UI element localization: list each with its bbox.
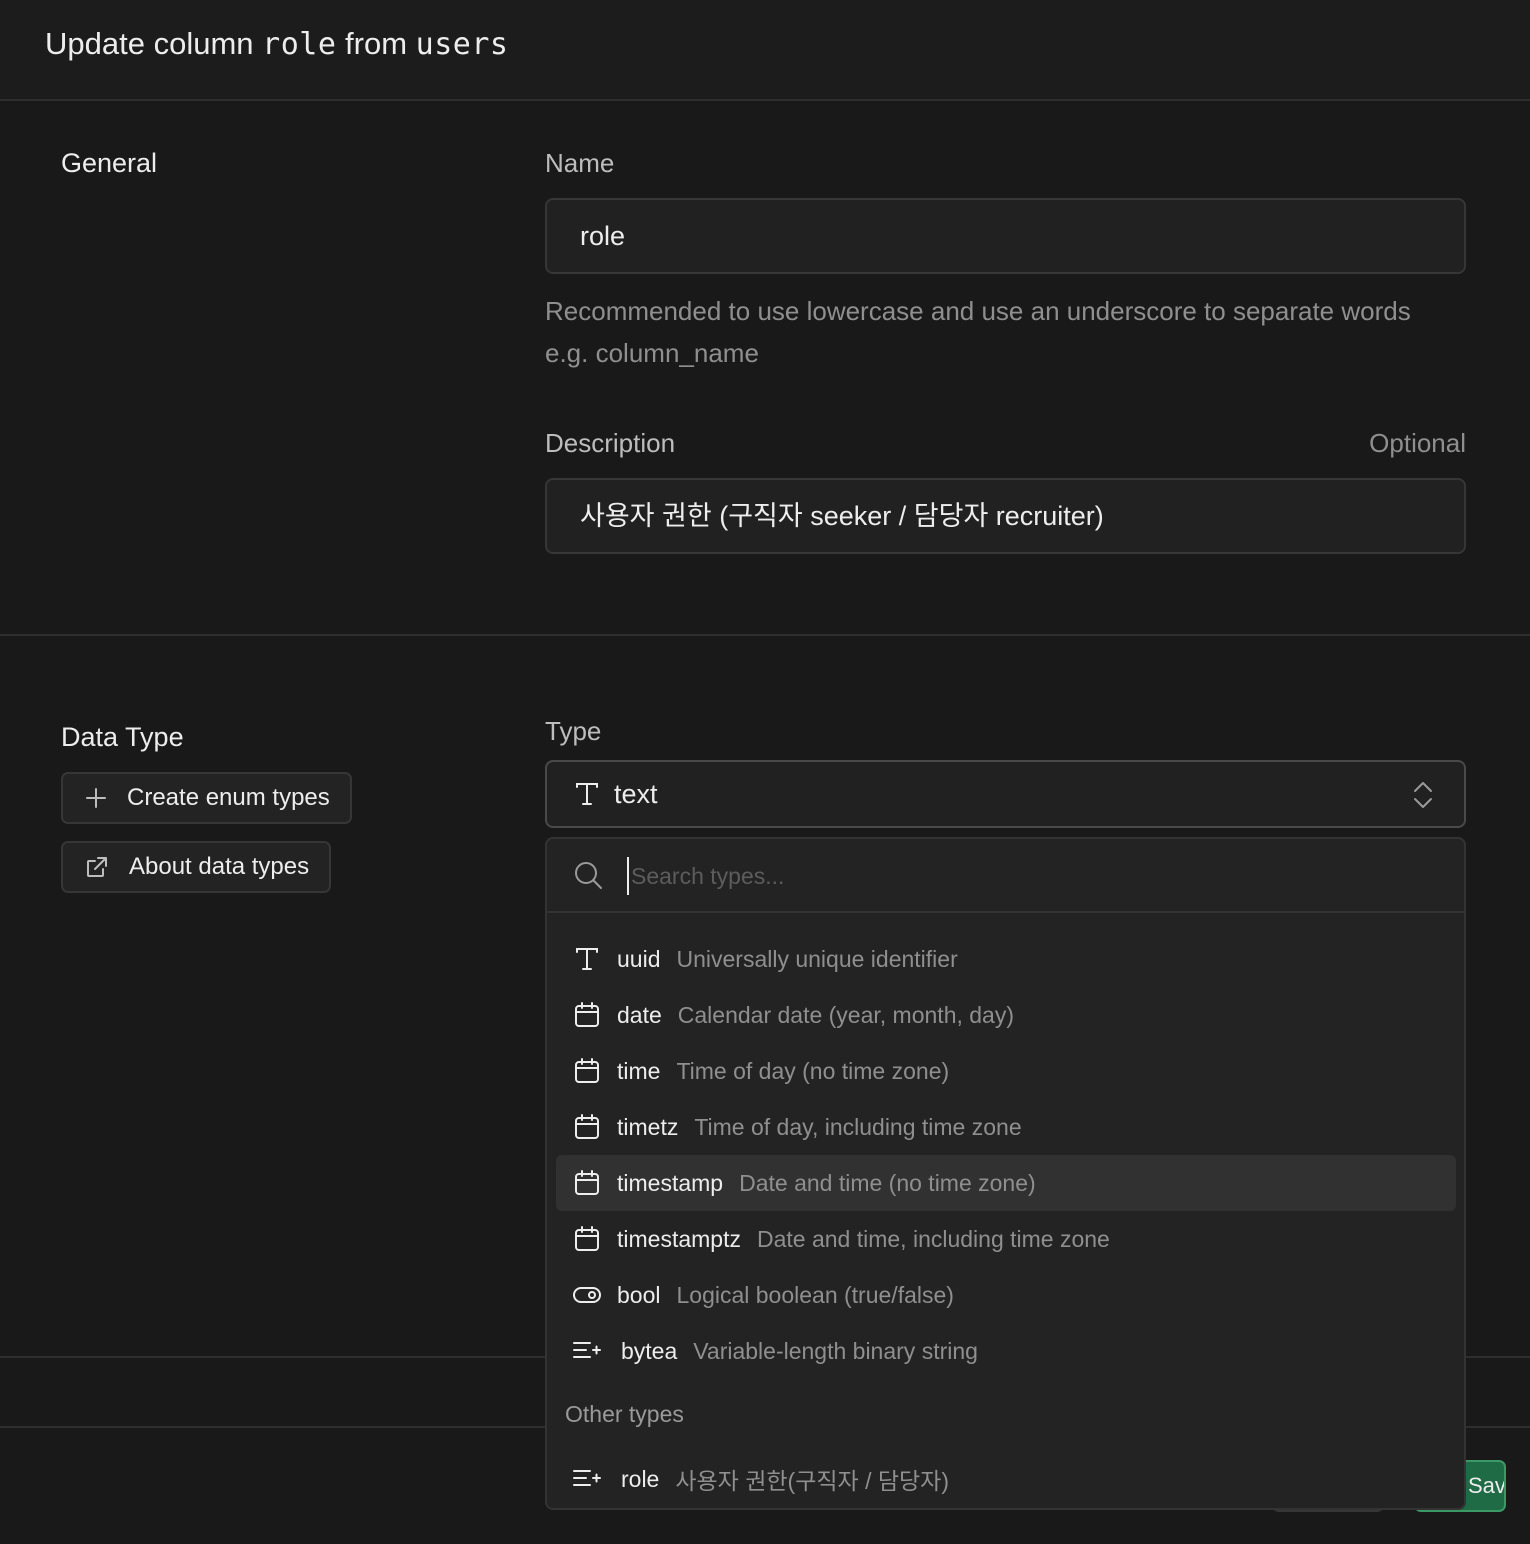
type-option-bytea[interactable]: bytea Variable-length binary string (556, 1323, 1456, 1379)
type-option-role[interactable]: role 사용자 권한(구직자 / 담당자) (556, 1451, 1456, 1507)
type-option-timestamptz[interactable]: timestamptz Date and time, including tim… (556, 1211, 1456, 1267)
chevrons-up-down-icon (1414, 782, 1432, 808)
about-data-types-label: About data types (129, 853, 310, 880)
option-name: bytea (621, 1337, 678, 1364)
calendar-icon (573, 1114, 601, 1140)
option-name: timestamptz (617, 1225, 741, 1252)
type-search-row (547, 839, 1464, 913)
type-option-time[interactable]: time Time of day (no time zone) (556, 1043, 1456, 1099)
general-section-label: General (61, 148, 158, 178)
toggle-icon (573, 1285, 601, 1305)
section-divider (0, 634, 1530, 636)
type-option-uuid[interactable]: uuid Universally unique identifier (556, 931, 1456, 987)
title-from: from (345, 26, 408, 61)
type-search-input[interactable] (627, 857, 1387, 895)
option-description: Time of day (no time zone) (676, 1057, 950, 1084)
option-description: Date and time, including time zone (756, 1225, 1110, 1252)
title-column-name: role (262, 27, 337, 62)
description-input[interactable]: 사용자 권한 (구직자 seeker / 담당자 recruiter) (545, 478, 1466, 554)
list-plus-icon (573, 1467, 601, 1491)
selected-type-value: text (614, 778, 658, 809)
name-hint: Recommended to use lowercase and use an … (545, 296, 1411, 368)
type-dropdown: uuid Universally unique identifier date … (545, 837, 1466, 1510)
type-option-timestamp[interactable]: timestamp Date and time (no time zone) (556, 1155, 1456, 1211)
type-option-date[interactable]: date Calendar date (year, month, day) (556, 987, 1456, 1043)
external-link-icon (87, 857, 107, 877)
type-option-timetz[interactable]: timetz Time of day, including time zone (556, 1099, 1456, 1155)
option-description: Calendar date (year, month, day) (677, 1001, 1015, 1028)
description-label: Description (545, 428, 676, 458)
option-name: timestamp (617, 1169, 724, 1196)
option-description: Logical boolean (true/false) (676, 1281, 954, 1308)
title-table-name: users (415, 27, 509, 62)
option-description: 사용자 권한(구직자 / 담당자) (675, 1468, 949, 1494)
option-name: date (617, 1001, 662, 1028)
option-name: time (617, 1057, 661, 1084)
option-name: bool (617, 1281, 661, 1308)
about-data-types-button[interactable]: About data types (61, 841, 332, 893)
calendar-icon (573, 1002, 601, 1028)
option-description: Date and time (no time zone) (739, 1169, 1036, 1196)
calendar-icon (573, 1170, 601, 1196)
list-plus-icon (573, 1339, 601, 1363)
create-enum-types-button[interactable]: Create enum types (61, 772, 352, 824)
dialog-header: Update column role from users (0, 0, 1530, 101)
search-icon (575, 862, 602, 889)
name-input[interactable]: role (545, 198, 1466, 274)
data-type-section-label: Data Type (61, 722, 184, 752)
calendar-icon (573, 1058, 601, 1084)
dialog-title: Update column role from users (45, 26, 508, 62)
option-name: timetz (617, 1113, 679, 1140)
create-enum-types-label: Create enum types (127, 784, 330, 811)
type-select[interactable]: text (545, 760, 1466, 828)
description-optional-label: Optional (1369, 428, 1466, 458)
text-type-icon (573, 947, 601, 971)
option-description: Variable-length binary string (693, 1337, 978, 1364)
option-description: Time of day, including time zone (694, 1113, 1022, 1140)
other-types-group-label: Other types (565, 1401, 684, 1427)
option-name: role (621, 1465, 660, 1492)
title-prefix: Update column (45, 26, 254, 61)
plus-icon (86, 788, 106, 808)
type-option-bool[interactable]: bool Logical boolean (true/false) (556, 1267, 1456, 1323)
calendar-icon (573, 1226, 601, 1252)
name-label: Name (545, 148, 615, 178)
text-type-icon (576, 783, 598, 805)
option-description: Universally unique identifier (676, 945, 958, 972)
option-name: uuid (617, 945, 661, 972)
type-label: Type (545, 716, 602, 746)
